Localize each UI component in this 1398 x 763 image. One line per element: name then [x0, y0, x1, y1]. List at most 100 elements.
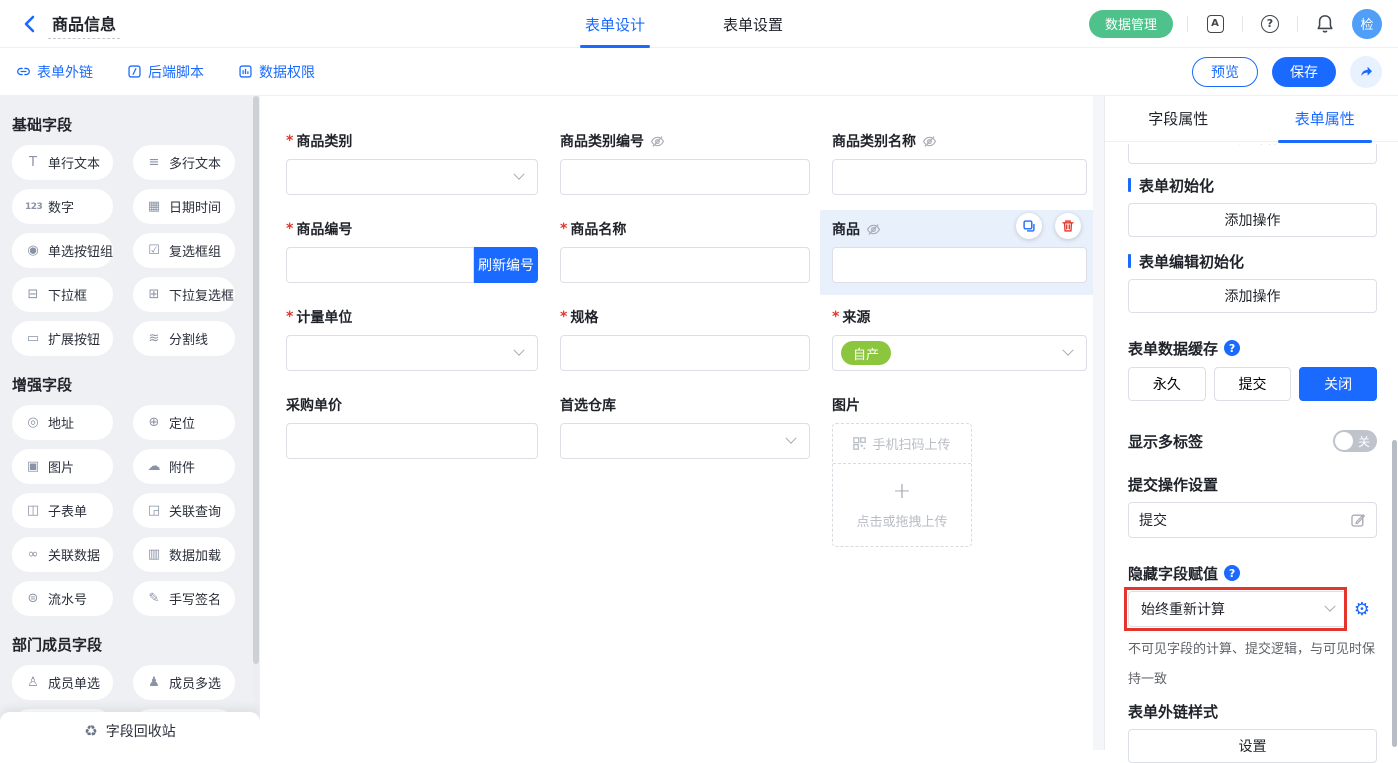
field-type-multi-select[interactable]: ⊞下拉复选框 — [133, 277, 235, 312]
field-type-datetime[interactable]: ▦日期时间 — [133, 189, 235, 224]
help-icon[interactable]: ? — [1257, 11, 1283, 37]
field-type-data-load[interactable]: ▥数据加载 — [133, 537, 235, 572]
field-type-signature[interactable]: ✎手写签名 — [133, 581, 235, 616]
field-type-image[interactable]: ▣图片 — [12, 449, 113, 484]
edit-icon[interactable] — [1350, 512, 1366, 528]
field-type-linked-data[interactable]: ∞关联数据 — [12, 537, 113, 572]
field-type-subform[interactable]: ◫子表单 — [12, 493, 113, 528]
share-button[interactable] — [1350, 56, 1382, 88]
refresh-code-button[interactable]: 刷新编号 — [474, 247, 538, 283]
backend-script-button[interactable]: 后端脚本 — [127, 62, 204, 82]
product-code-input[interactable] — [286, 247, 474, 283]
scan-upload-button[interactable]: 手机扫码上传 — [833, 424, 971, 464]
drop-upload-area[interactable]: + 点击或拖拽上传 — [833, 464, 971, 546]
tab-form-settings[interactable]: 表单设置 — [723, 0, 783, 48]
image-upload-box: 手机扫码上传 + 点击或拖拽上传 — [832, 423, 972, 547]
field-spec[interactable]: *规格 — [560, 307, 810, 371]
field-type-member-multi[interactable]: ♟成员多选 — [133, 665, 235, 700]
header-divider — [1187, 16, 1188, 32]
field-type-member-single[interactable]: ♙成员单选 — [12, 665, 113, 700]
unit-select[interactable] — [286, 335, 538, 371]
field-type-radio-group[interactable]: ◉单选按钮组 — [12, 233, 113, 268]
delete-field-button[interactable] — [1055, 213, 1081, 239]
help-icon[interactable]: ? — [1224, 340, 1240, 356]
sidebar-scrollbar-thumb[interactable] — [253, 96, 259, 664]
header-tabs: 表单设计 表单设置 — [585, 0, 783, 48]
field-product-code[interactable]: *商品编号 刷新编号 — [286, 219, 538, 283]
tab-form-properties[interactable]: 表单属性 — [1252, 96, 1398, 141]
chevron-down-icon — [1062, 345, 1073, 356]
field-recycle-bin[interactable]: ♻ 字段回收站 — [0, 712, 260, 750]
submit-action-input[interactable]: 提交 — [1128, 502, 1377, 538]
member-multi-icon: ♟ — [146, 675, 162, 690]
contact-book-icon[interactable]: A — [1202, 11, 1228, 37]
field-type-extend-button[interactable]: ▭扩展按钮 — [12, 321, 113, 356]
tab-form-design[interactable]: 表单设计 — [585, 0, 645, 48]
save-button[interactable]: 保存 — [1272, 57, 1336, 87]
field-type-address[interactable]: ◎地址 — [12, 405, 113, 440]
category-name-input[interactable] — [832, 159, 1087, 195]
category-code-input[interactable] — [560, 159, 810, 195]
field-type-divider[interactable]: ≋分割线 — [133, 321, 235, 356]
field-type-number[interactable]: 123数字 — [12, 189, 113, 224]
link-style-settings-button[interactable]: 设置 — [1128, 729, 1377, 763]
field-type-checkbox-group[interactable]: ☑复选框组 — [133, 233, 235, 268]
field-label: 图片 — [832, 395, 860, 415]
form-init-add-action-button[interactable]: 添加操作 — [1128, 203, 1377, 237]
warehouse-select[interactable] — [560, 423, 810, 459]
product-input[interactable] — [832, 247, 1087, 283]
field-source[interactable]: *来源 自产 — [832, 307, 1087, 371]
field-label: 商品 — [832, 219, 860, 239]
field-type-single-line-text[interactable]: T单行文本 — [12, 145, 113, 180]
field-product-selected[interactable]: 商品 — [832, 219, 1087, 283]
field-purchase-price[interactable]: 采购单价 — [286, 395, 538, 547]
field-product-category[interactable]: *商品类别 — [286, 131, 538, 195]
hidden-assign-select[interactable]: 始终重新计算 — [1128, 591, 1347, 627]
field-type-multi-line-text[interactable]: ≡多行文本 — [133, 145, 235, 180]
field-type-linked-query[interactable]: ◲关联查询 — [133, 493, 235, 528]
data-manage-button[interactable]: 数据管理 — [1089, 10, 1173, 38]
purchase-price-input[interactable] — [286, 423, 538, 459]
field-type-location[interactable]: ⊕定位 — [133, 405, 235, 440]
field-type-serial-number[interactable]: ⊜流水号 — [12, 581, 113, 616]
window-scrollbar-thumb[interactable] — [1392, 440, 1397, 747]
field-unit[interactable]: *计量单位 — [286, 307, 538, 371]
back-icon[interactable] — [16, 11, 42, 37]
field-image-upload[interactable]: 图片 手机扫码上传 + 点击或拖拽上传 — [832, 395, 1087, 547]
cache-option-close[interactable]: 关闭 — [1299, 367, 1377, 401]
field-warehouse[interactable]: 首选仓库 — [560, 395, 810, 547]
help-icon[interactable]: ? — [1224, 565, 1240, 581]
divider-icon: ≋ — [146, 331, 162, 346]
field-type-select[interactable]: ⊟下拉框 — [12, 277, 113, 312]
product-category-select[interactable] — [286, 159, 538, 195]
link-style-label: 表单外链样式 — [1128, 701, 1377, 721]
tab-field-properties[interactable]: 字段属性 — [1105, 96, 1252, 141]
eye-off-icon — [866, 222, 881, 237]
page-title[interactable]: 商品信息 — [48, 9, 120, 39]
field-category-name[interactable]: 商品类别名称 — [832, 131, 1087, 195]
cache-option-submit[interactable]: 提交 — [1214, 367, 1292, 401]
cache-option-permanent[interactable]: 永久 — [1128, 367, 1206, 401]
field-product-name[interactable]: *商品名称 — [560, 219, 810, 283]
clipped-action-button[interactable]: 添加操作 — [1128, 144, 1377, 164]
panel-tabs: 字段属性 表单属性 — [1105, 96, 1398, 142]
avatar[interactable]: 检 — [1352, 9, 1382, 39]
form-edit-init-add-action-button[interactable]: 添加操作 — [1128, 279, 1377, 313]
source-select[interactable]: 自产 — [832, 335, 1087, 371]
spec-input[interactable] — [560, 335, 810, 371]
panel-body: 添加操作 表单初始化 添加操作 表单编辑初始化 添加操作 表单数据缓存 ? 永久… — [1105, 142, 1398, 763]
bell-icon[interactable] — [1312, 11, 1338, 37]
field-category-code[interactable]: 商品类别编号 — [560, 131, 810, 195]
product-name-input[interactable] — [560, 247, 810, 283]
copy-field-button[interactable] — [1016, 213, 1042, 239]
form-link-button[interactable]: 表单外链 — [16, 62, 93, 82]
field-type-attachment[interactable]: ☁附件 — [133, 449, 235, 484]
multitab-toggle[interactable]: 关 — [1333, 430, 1377, 452]
gear-icon[interactable]: ⚙ — [1347, 591, 1377, 627]
subform-icon: ◫ — [25, 503, 41, 518]
data-permission-button[interactable]: 数据权限 — [238, 62, 315, 82]
trash-icon — [1061, 219, 1075, 233]
preview-button[interactable]: 预览 — [1192, 57, 1258, 87]
chevron-down-icon — [513, 345, 524, 356]
image-icon: ▣ — [25, 459, 41, 474]
